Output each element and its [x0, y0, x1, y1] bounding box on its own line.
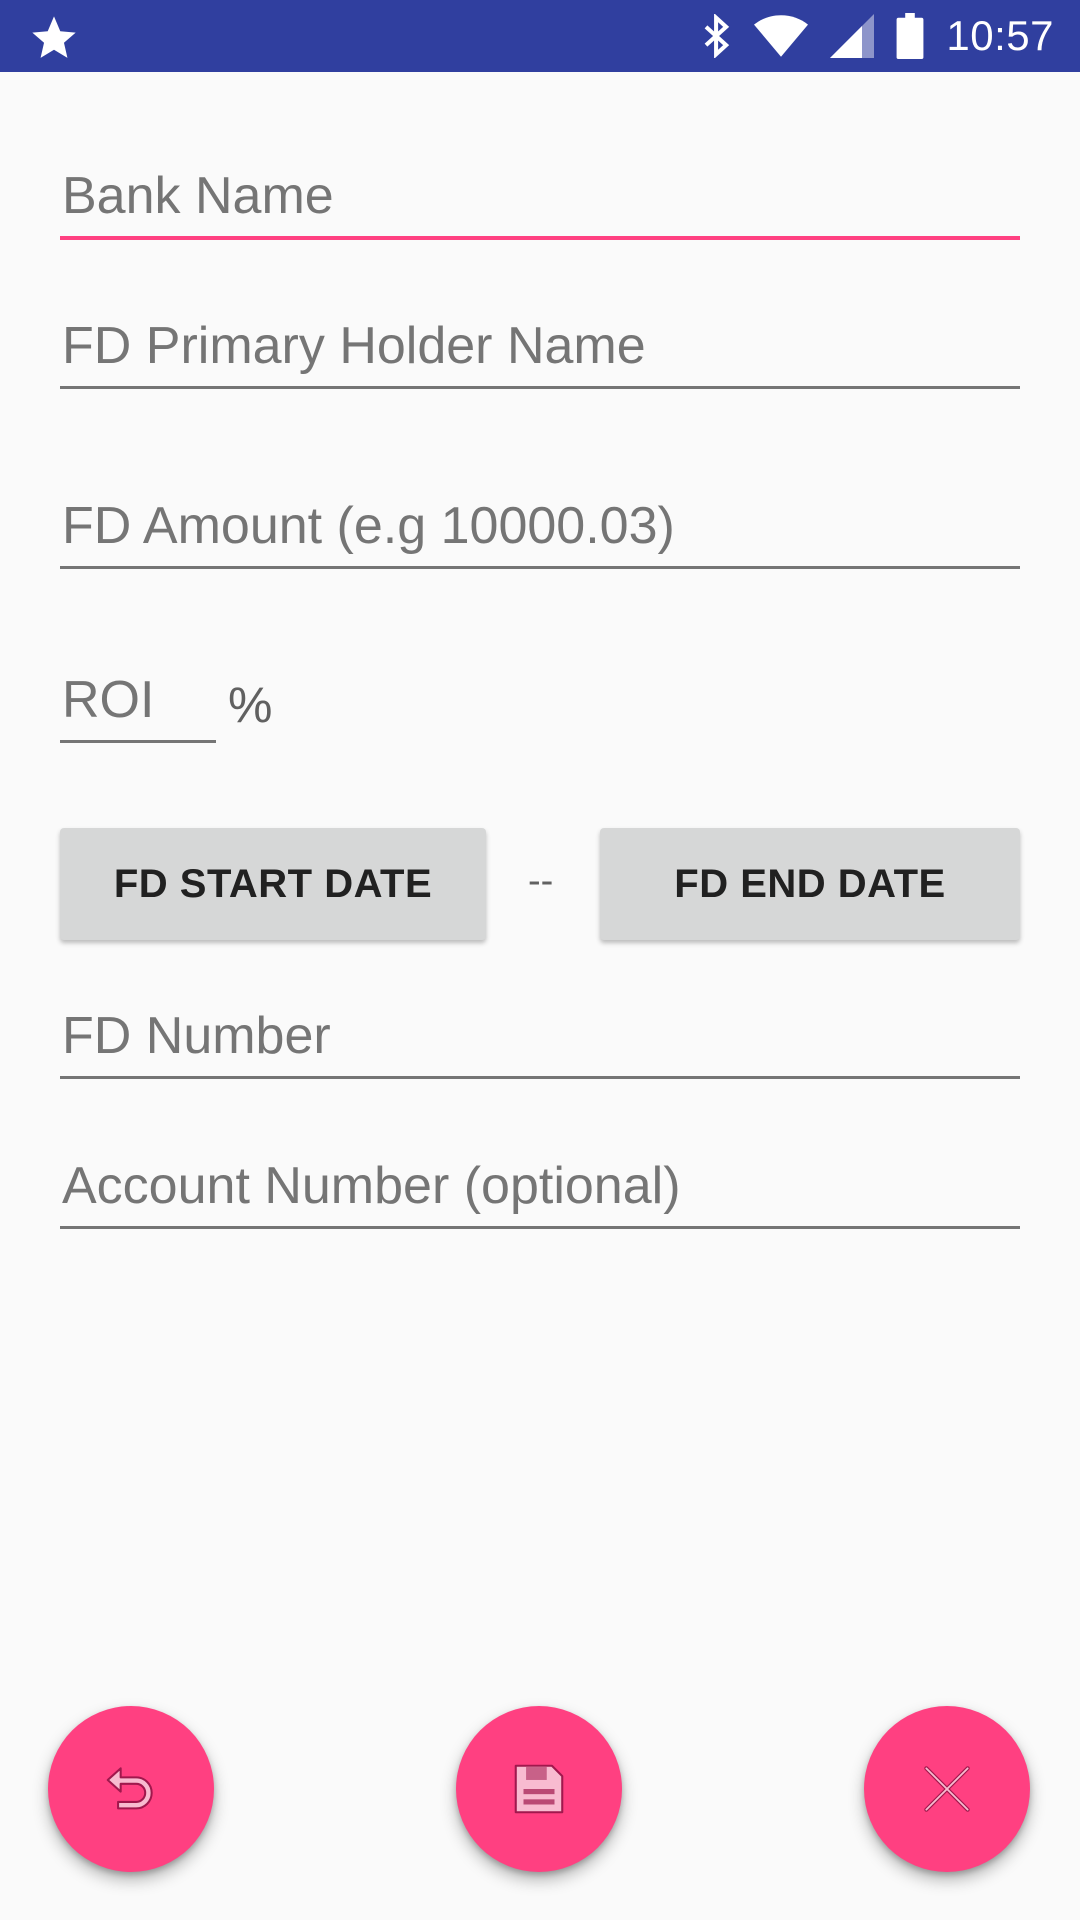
status-time: 10:57	[946, 12, 1054, 59]
amount-field-wrap	[60, 496, 1020, 569]
holder-name-field-wrap	[60, 316, 1020, 389]
star-icon	[32, 16, 76, 58]
date-separator: --	[528, 860, 554, 902]
wifi-icon	[754, 15, 809, 57]
bank-name-field-wrap	[60, 166, 1020, 240]
bluetooth-icon	[705, 14, 730, 58]
close-icon	[924, 1766, 970, 1812]
save-icon	[514, 1764, 564, 1814]
undo-icon	[106, 1767, 153, 1810]
roi-field-wrap	[60, 670, 216, 743]
fd-number-field-wrap	[60, 1006, 1020, 1079]
fd-end-date-button[interactable]: FD END DATE	[600, 828, 1020, 940]
account-number-field-wrap	[60, 1156, 1020, 1229]
fd-start-date-button[interactable]: FD START DATE	[60, 828, 486, 940]
signal-icon	[830, 14, 875, 58]
roi-percent-label: %	[228, 677, 273, 733]
save-button[interactable]	[456, 1706, 622, 1872]
undo-button[interactable]	[48, 1706, 214, 1872]
status-icons: 10:57	[702, 0, 1054, 72]
holder-name-input[interactable]	[60, 316, 1020, 389]
roi-input[interactable]	[60, 670, 216, 743]
account-number-input[interactable]	[60, 1156, 1020, 1229]
status-bar: 10:57	[0, 0, 1080, 72]
fd-number-input[interactable]	[60, 1006, 1020, 1079]
battery-icon	[896, 13, 924, 59]
amount-input[interactable]	[60, 496, 1020, 569]
close-button[interactable]	[864, 1706, 1030, 1872]
bank-name-input[interactable]	[60, 166, 1020, 240]
